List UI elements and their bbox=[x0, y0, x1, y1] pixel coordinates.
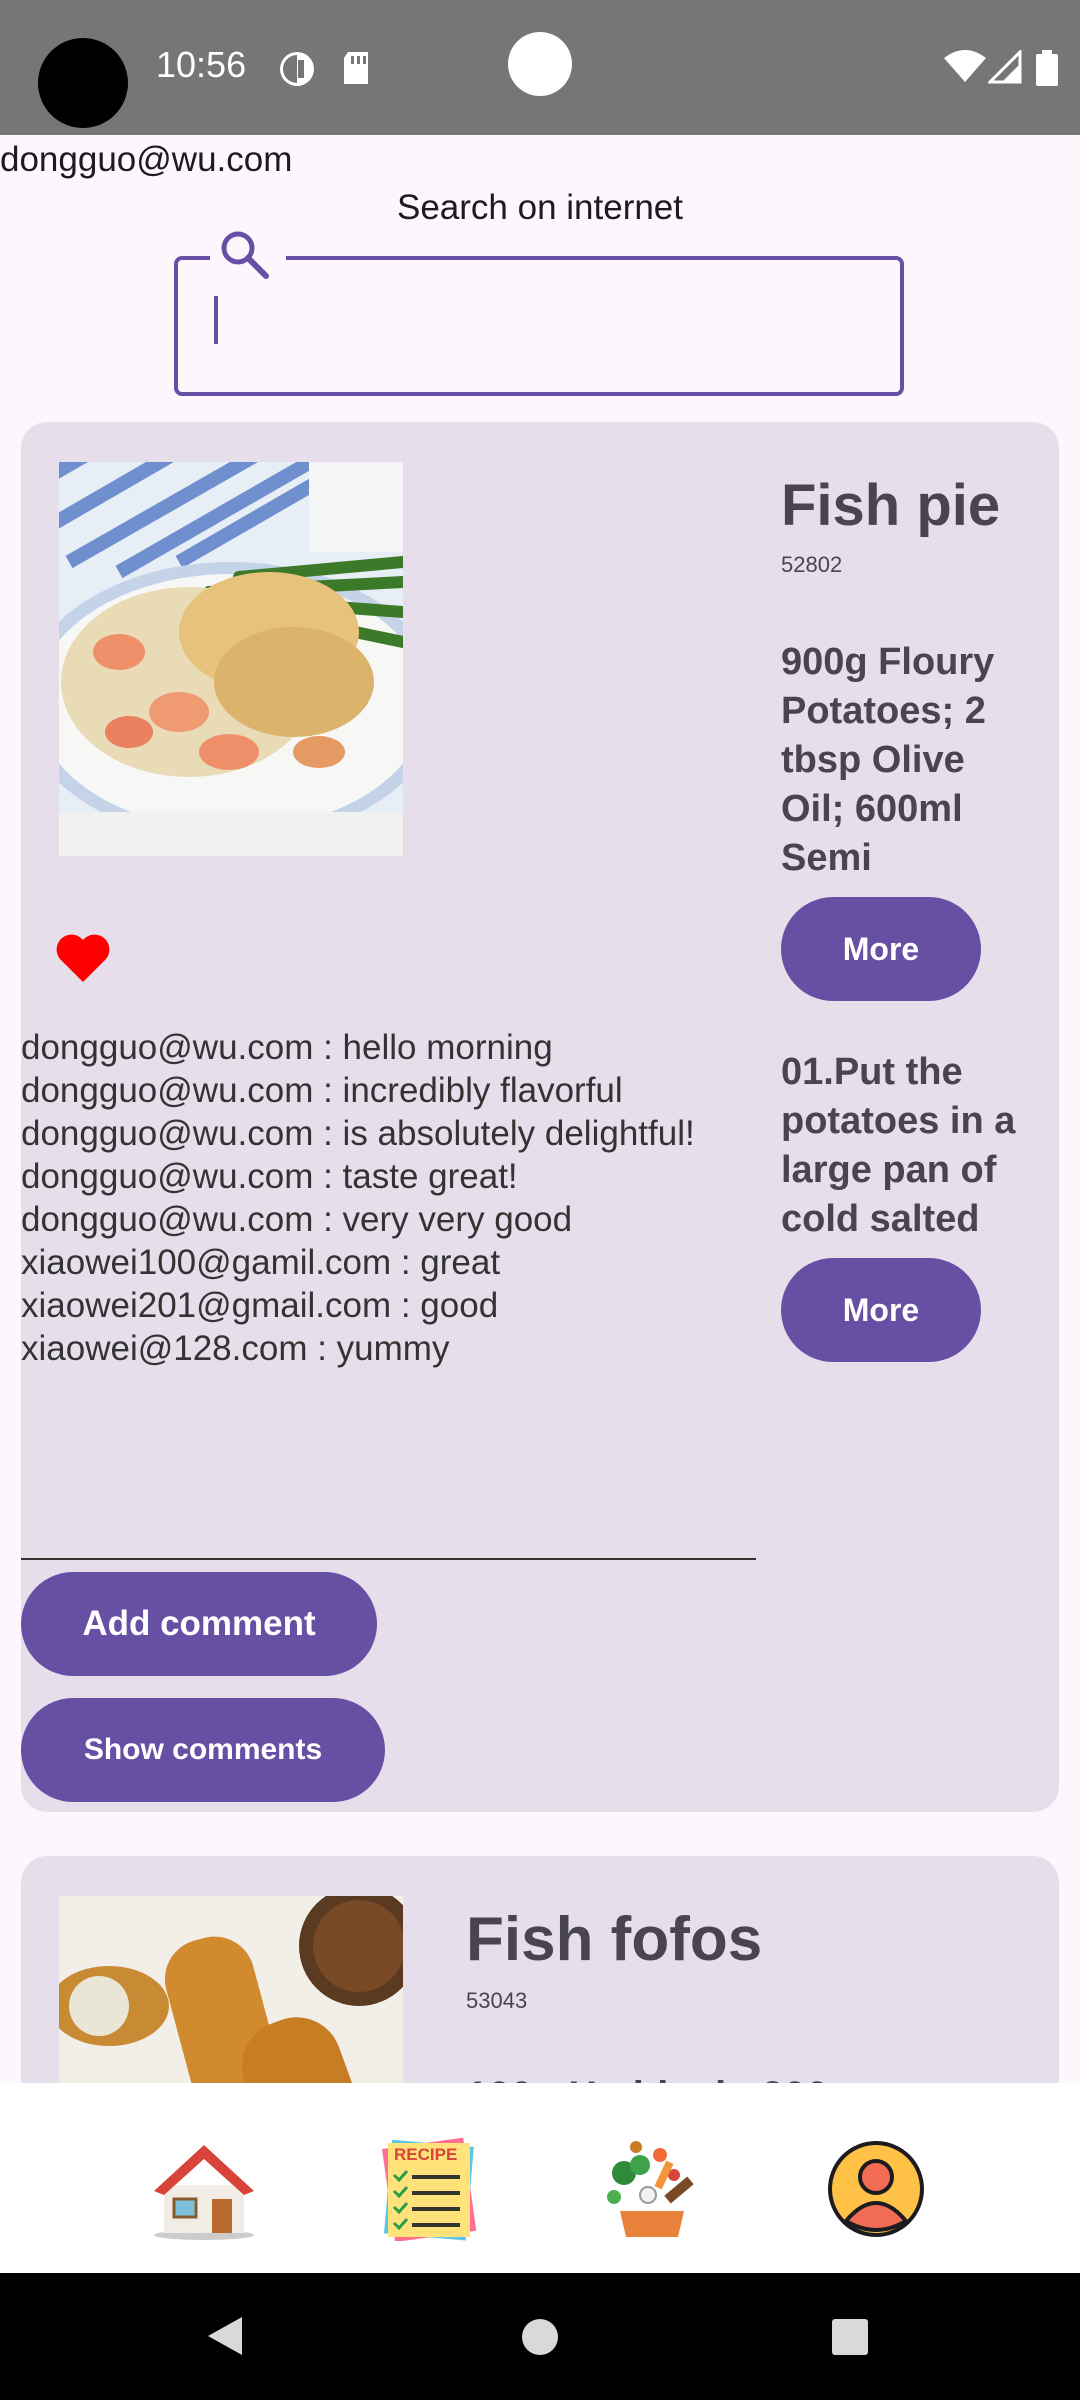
comment-item: dongguo@wu.com : is absolutely delightfu… bbox=[21, 1114, 695, 1153]
more-label: More bbox=[842, 930, 920, 967]
instructions-more-button[interactable]: More bbox=[781, 1258, 981, 1362]
home-circle-icon[interactable] bbox=[520, 2317, 560, 2362]
fish-pie-image bbox=[59, 462, 403, 856]
recipe-id: 53043 bbox=[466, 1988, 528, 2013]
back-icon[interactable] bbox=[204, 2315, 244, 2362]
status-bar: 10:56 bbox=[0, 0, 1080, 135]
more-label: More bbox=[842, 1291, 920, 1328]
show-comments-button[interactable]: Show comments bbox=[21, 1698, 385, 1802]
comment-item: dongguo@wu.com : hello morning bbox=[21, 1028, 553, 1067]
bottom-navigation: RECIPE bbox=[0, 2083, 1080, 2273]
system-navigation-bar bbox=[0, 2273, 1080, 2400]
nav-home[interactable] bbox=[148, 2135, 260, 2247]
comment-item: xiaowei100@gamil.com : great bbox=[21, 1243, 501, 1282]
comment-item: xiaowei201@gmail.com : good bbox=[21, 1286, 499, 1325]
recipe-list-icon: RECIPE bbox=[378, 2137, 478, 2246]
comment-item: dongguo@wu.com : very very good bbox=[21, 1200, 573, 1239]
comments-list: dongguo@wu.com : hello morning dongguo@w… bbox=[21, 1026, 695, 1370]
ingredients-more-button[interactable]: More bbox=[781, 897, 981, 1001]
text-caret bbox=[214, 296, 218, 344]
status-center-dot bbox=[508, 32, 572, 96]
comment-item: xiaowei@128.com : yummy bbox=[21, 1329, 450, 1368]
home-icon bbox=[150, 2137, 258, 2246]
data-saver-icon bbox=[278, 50, 316, 93]
nav-profile[interactable] bbox=[820, 2135, 932, 2247]
recents-icon[interactable] bbox=[830, 2317, 870, 2362]
recipe-id: 52802 bbox=[781, 552, 843, 577]
recipe-badge-text: RECIPE bbox=[394, 2144, 458, 2164]
nav-ingredients[interactable] bbox=[596, 2135, 708, 2247]
comment-item: dongguo@wu.com : incredibly flavorful bbox=[21, 1071, 623, 1110]
ingredients-preview: 900g Floury Potatoes; 2 tbsp Olive Oil; … bbox=[781, 641, 995, 879]
comment-input-underline bbox=[21, 1558, 756, 1560]
comment-input[interactable] bbox=[21, 1482, 756, 1558]
sd-card-icon bbox=[340, 50, 372, 91]
ingredients-icon bbox=[600, 2135, 704, 2248]
search-icon bbox=[218, 228, 270, 285]
search-label: Search on internet bbox=[396, 188, 683, 227]
wifi-icon bbox=[944, 50, 986, 89]
instructions-preview: 01.Put the potatoes in a large pan of co… bbox=[781, 1051, 1016, 1240]
recipe-title: Fish fofos bbox=[466, 1905, 763, 1974]
status-time: 10:56 bbox=[156, 44, 247, 85]
show-comments-label: Show comments bbox=[83, 1733, 323, 1766]
nav-recipes[interactable]: RECIPE bbox=[372, 2135, 484, 2247]
recipe-title: Fish pie bbox=[781, 473, 1001, 538]
add-comment-button[interactable]: Add comment bbox=[21, 1572, 377, 1676]
favorite-heart-icon[interactable] bbox=[55, 932, 111, 989]
search-input[interactable] bbox=[174, 256, 904, 396]
comment-item: dongguo@wu.com : taste great! bbox=[21, 1157, 518, 1196]
cell-signal-icon bbox=[986, 48, 1022, 89]
recipe-card: Fish pie 52802 900g Floury Potatoes; 2 t… bbox=[21, 422, 1059, 1812]
battery-icon bbox=[1036, 50, 1058, 91]
profile-icon bbox=[826, 2139, 926, 2244]
camera-cutout bbox=[38, 38, 128, 128]
user-email: dongguo@wu.com bbox=[0, 140, 293, 179]
add-comment-label: Add comment bbox=[82, 1604, 316, 1643]
